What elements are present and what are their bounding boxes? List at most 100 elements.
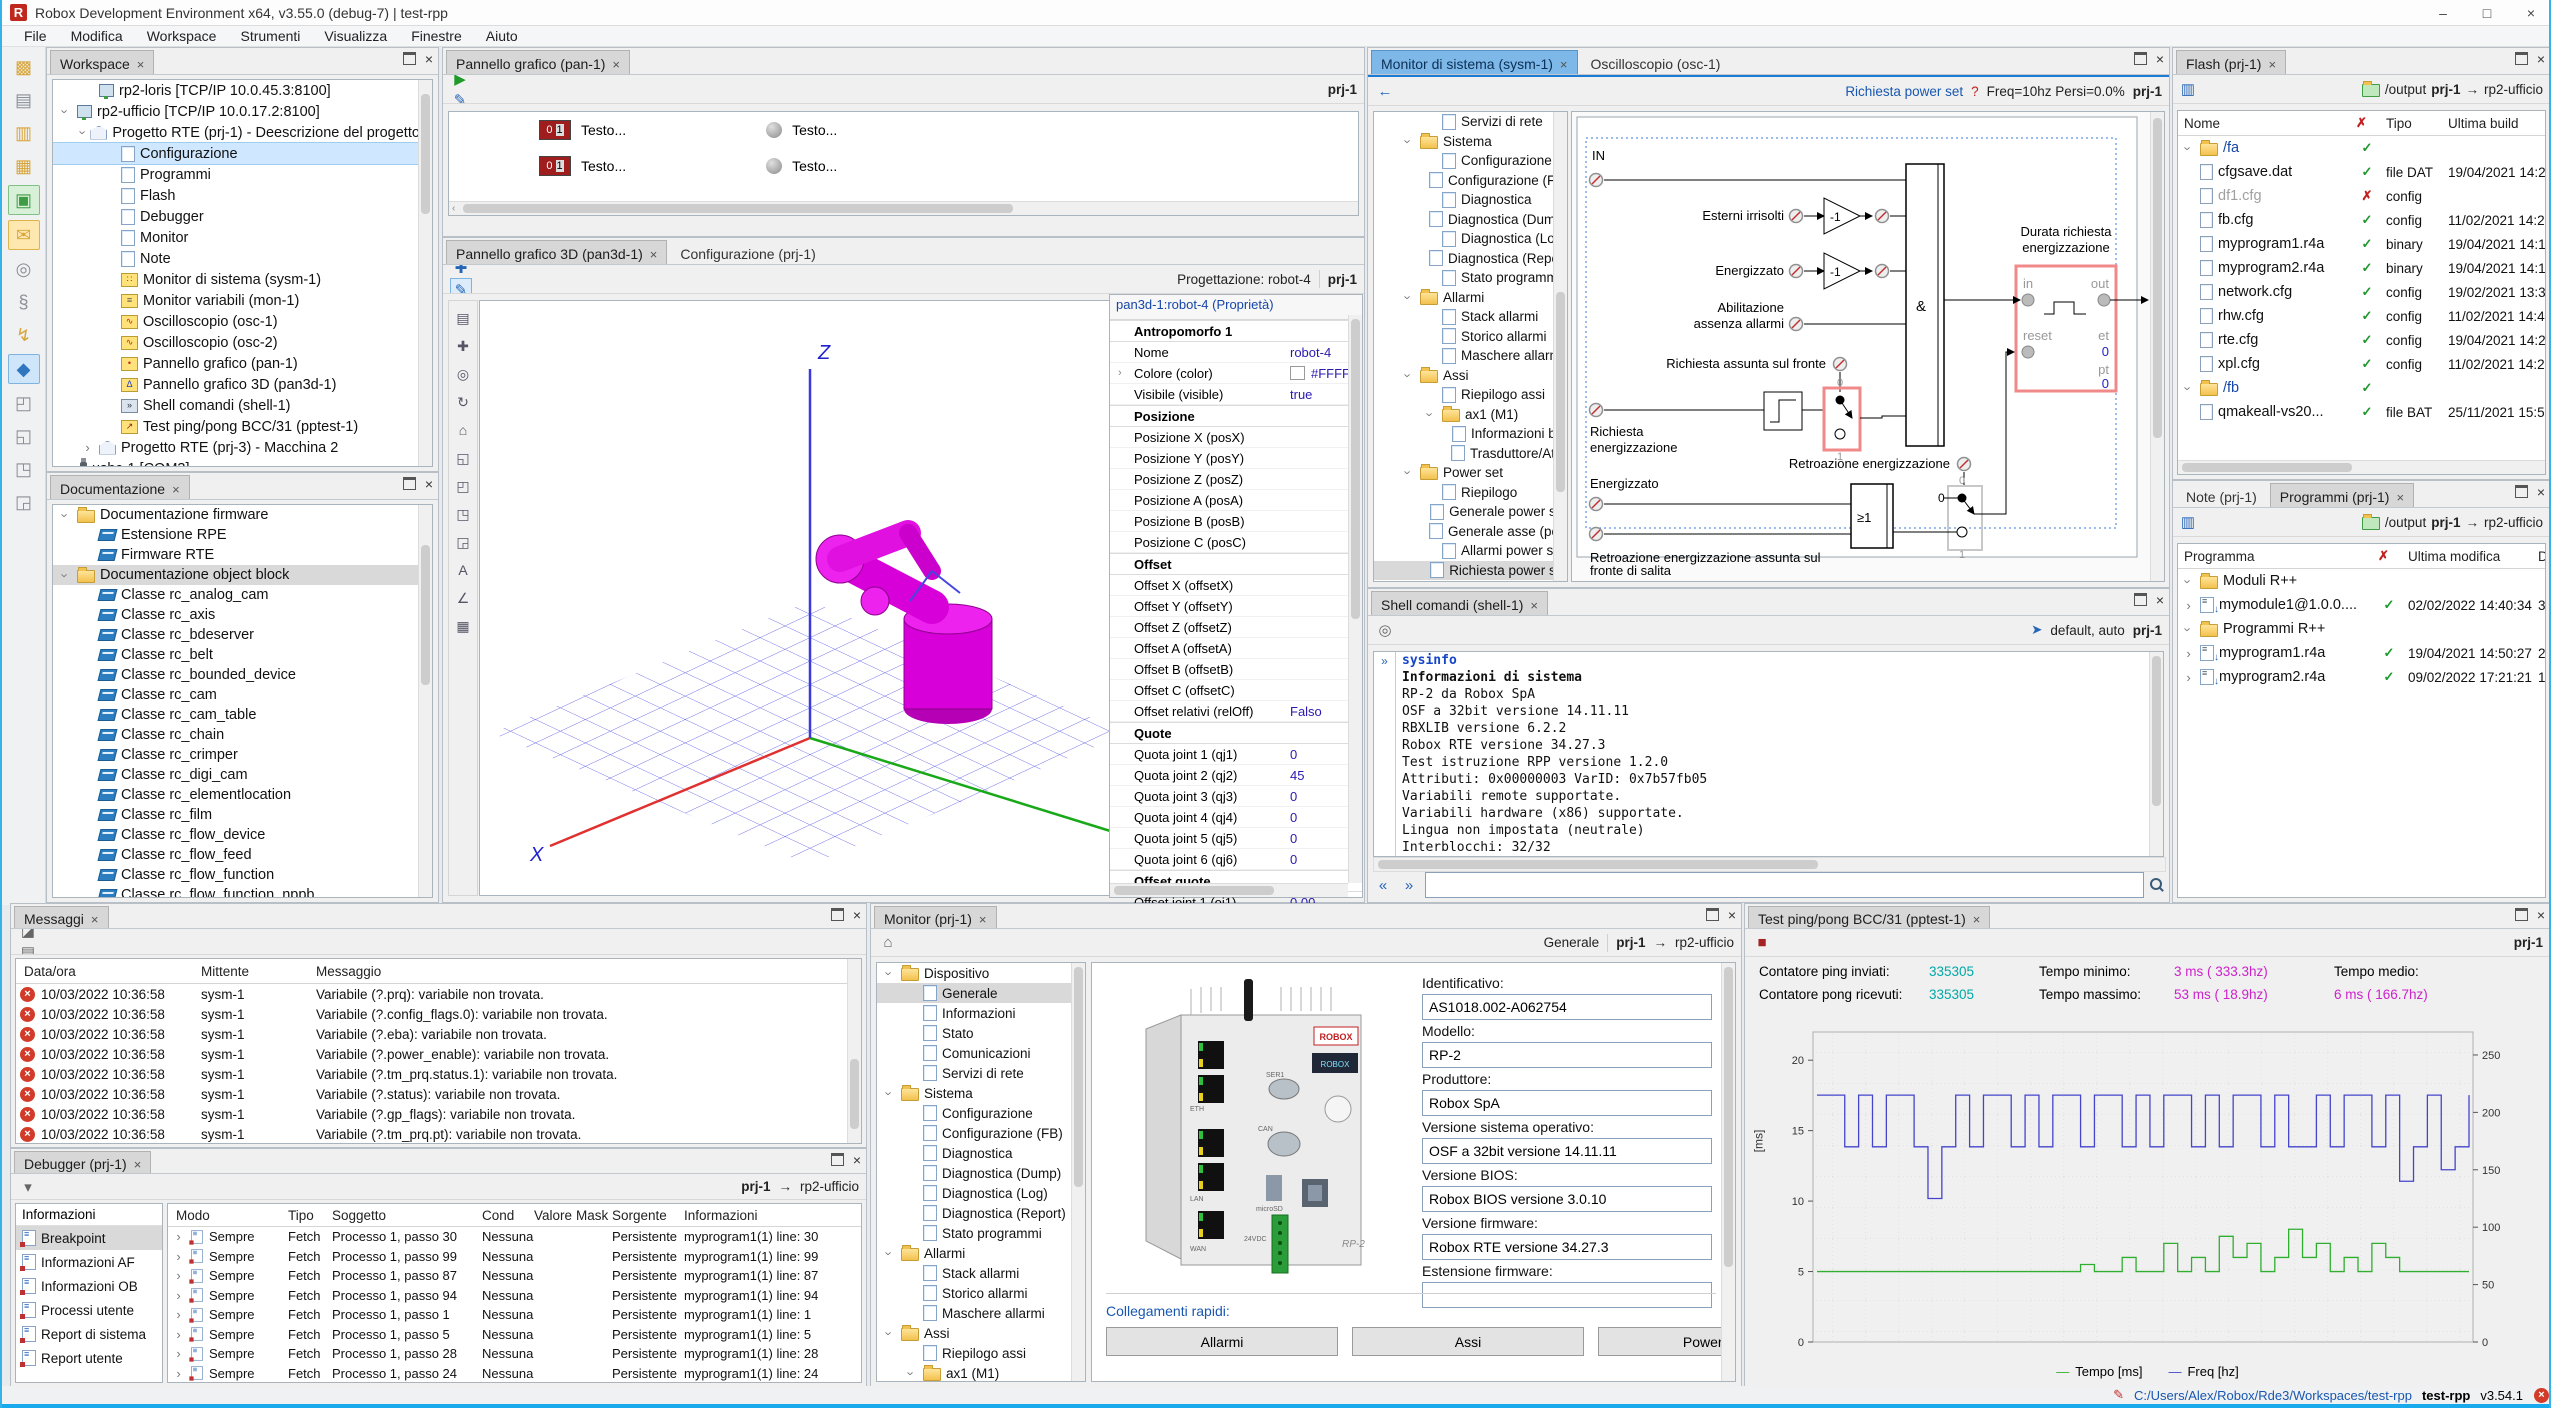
scrollbar[interactable] [2150, 112, 2164, 582]
expander-icon[interactable] [1402, 290, 1415, 305]
property-value[interactable]: 0 [1290, 747, 1297, 762]
flash-file-row[interactable]: myprogram2.r4a binary 19/04/2021 14:10:3… [2178, 256, 2545, 280]
message-row[interactable]: 10/03/2022 10:36:58 sysm-1 Variabile (?.… [16, 1064, 861, 1084]
left-toolbar-icon[interactable]: ◆ [8, 354, 40, 384]
3d-tool-icon[interactable]: ◎ [452, 363, 474, 385]
scrollbar[interactable] [2149, 652, 2163, 857]
sysmon-tree-item[interactable]: Configurazione [1374, 151, 1567, 171]
doc-tree-item[interactable]: Documentazione object block [53, 565, 432, 585]
doc-tree-item[interactable]: Classe rc_flow_function_nppb [53, 885, 432, 898]
lamp-widget[interactable] [766, 158, 782, 174]
property-value[interactable]: true [1290, 387, 1312, 402]
program-row[interactable]: Programmi R++ [2178, 617, 2545, 641]
property-row[interactable]: Antropomorfo 1 [1110, 320, 1362, 342]
sysmon-tree-item[interactable]: Diagnostica (Log) [1374, 229, 1567, 249]
float-panel-icon[interactable] [2134, 52, 2147, 65]
current-page-link[interactable]: Richiesta power set [1845, 84, 1963, 99]
expander-icon[interactable] [2182, 670, 2195, 685]
message-row[interactable]: 10/03/2022 10:36:58 sysm-1 Variabile (?.… [16, 1104, 861, 1124]
message-row[interactable]: 10/03/2022 10:36:58 sysm-1 Variabile (?.… [16, 1124, 861, 1144]
property-row[interactable]: Quota joint 5 (qj5) 0 [1110, 828, 1362, 849]
toolbar-icon[interactable]: ✎ [450, 89, 470, 104]
doc-tree-item[interactable]: Classe rc_chain [53, 725, 432, 745]
left-toolbar-icon[interactable]: ▩ [9, 53, 39, 81]
workspace-tree-item[interactable]: Note [53, 248, 432, 269]
expander-icon[interactable] [883, 1086, 896, 1101]
monitor-tree-item[interactable]: ax1 (M1) [877, 1363, 1085, 1382]
history-prev-icon[interactable]: « [1373, 875, 1393, 896]
expander-icon[interactable] [1402, 465, 1415, 480]
property-row[interactable]: Offset Z (offsetZ) [1110, 617, 1362, 638]
monitor-tree-item[interactable]: Configurazione (FB) [877, 1123, 1085, 1143]
left-toolbar-icon[interactable]: § [9, 288, 39, 316]
expander-icon[interactable] [59, 508, 72, 523]
menu-item[interactable]: Strumenti [228, 26, 312, 46]
field-value[interactable]: RP-2 [1422, 1042, 1712, 1068]
doc-tree-item[interactable]: Estensione RPE [53, 525, 432, 545]
left-toolbar-icon[interactable]: ✉ [8, 220, 40, 250]
left-toolbar-icon[interactable]: ◰ [9, 389, 39, 417]
message-row[interactable]: 10/03/2022 10:36:58 sysm-1 Variabile (?.… [16, 1024, 861, 1044]
monitor-tree-item[interactable]: Riepilogo assi [877, 1343, 1085, 1363]
3d-tool-icon[interactable]: ◳ [452, 503, 474, 525]
doc-tree-item[interactable]: Classe rc_belt [53, 645, 432, 665]
sysmon-tree-item[interactable]: Allarmi power set [1374, 541, 1567, 561]
property-value[interactable]: 0 [1290, 810, 1297, 825]
property-row[interactable]: Visibile (visible) true [1110, 384, 1362, 405]
column-header[interactable]: Ultima build [2448, 116, 2546, 131]
doc-tree-item[interactable]: Classe rc_cam [53, 685, 432, 705]
shell-command-input[interactable] [1425, 872, 2144, 898]
float-panel-icon[interactable] [1706, 908, 1719, 921]
flash-file-row[interactable]: fb.cfg config 11/02/2021 14:29:16 [2178, 208, 2545, 232]
toolbar-icon[interactable]: ✚ [450, 265, 472, 278]
3d-tool-icon[interactable]: ◲ [452, 531, 474, 553]
monitor-tree-item[interactable]: Diagnostica (Log) [877, 1183, 1085, 1203]
led-widget[interactable]: 01 [539, 120, 571, 140]
debugger-info-item[interactable]: Informazioni OB [16, 1274, 162, 1298]
sysmon-tree-item[interactable]: Stato programmi [1374, 268, 1567, 288]
workspace-tree-item[interactable]: Flash [53, 185, 432, 206]
toolbar-icon[interactable]: ▾ [18, 1176, 38, 1197]
monitor-tree-item[interactable]: Diagnostica (Report) [877, 1203, 1085, 1223]
monitor-tree-item[interactable]: Allarmi [877, 1243, 1085, 1263]
tab-close-icon[interactable]: × [91, 912, 99, 927]
sysmon-tree-item[interactable]: Diagnostica (Dump) [1374, 210, 1567, 230]
expander-icon[interactable] [59, 568, 72, 583]
toolbar-icon[interactable]: ← [878, 953, 898, 957]
message-row[interactable]: 10/03/2022 10:36:58 sysm-1 Variabile (?.… [16, 984, 861, 1004]
property-value[interactable]: 45 [1290, 768, 1304, 783]
float-panel-icon[interactable] [831, 1153, 844, 1166]
property-value[interactable]: 0 [1290, 831, 1297, 846]
monitor-tree-item[interactable]: Diagnostica [877, 1143, 1085, 1163]
doc-tree-item[interactable]: Classe rc_flow_function [53, 865, 432, 885]
column-header[interactable]: Mask [576, 1208, 612, 1223]
float-panel-icon[interactable] [2134, 593, 2147, 606]
property-row[interactable]: Nome robot-4 [1110, 342, 1362, 363]
tab-programmi[interactable]: Programmi (prj-1)× [2270, 483, 2414, 507]
column-header[interactable]: Tipo [2386, 116, 2448, 131]
flash-file-row[interactable]: cfgsave.dat file DAT 19/04/2021 14:23:33 [2178, 160, 2545, 184]
sysmon-tree-item[interactable]: Diagnostica [1374, 190, 1567, 210]
tab-close-icon[interactable]: × [612, 57, 620, 72]
debugger-info-item[interactable]: Report di sistema [16, 1322, 162, 1346]
scrollbar[interactable] [1348, 315, 1362, 883]
float-panel-icon[interactable] [2515, 908, 2528, 921]
menu-item[interactable]: Modifica [59, 26, 135, 46]
quick-link-button[interactable]: Assi [1352, 1327, 1584, 1356]
doc-tree-item[interactable]: Classe rc_digi_cam [53, 765, 432, 785]
close-panel-icon[interactable]: × [2537, 54, 2545, 64]
breakpoint-row[interactable]: Sempre Fetch Processo 1, passo 24 Nessun… [168, 1364, 861, 1384]
sysmon-tree-item[interactable]: Informazioni b... [1374, 424, 1567, 444]
menu-item[interactable]: Aiuto [474, 26, 530, 46]
minimize-button[interactable]: – [2421, 0, 2465, 25]
doc-tree-item[interactable]: Firmware RTE [53, 545, 432, 565]
3d-tool-icon[interactable]: ∠ [452, 587, 474, 609]
tab-pannello-grafico-3d[interactable]: Pannello grafico 3D (pan3d-1)× [446, 240, 667, 264]
workspace-tree-item[interactable]: usbc-1 [COM3] [53, 458, 432, 467]
close-panel-icon[interactable]: × [2537, 487, 2545, 497]
toolbar-icon[interactable]: ▥ [2180, 79, 2196, 100]
doc-tree-item[interactable]: Classe rc_bounded_device [53, 665, 432, 685]
lamp-widget[interactable] [766, 122, 782, 138]
tab-oscilloscopio[interactable]: Oscilloscopio (osc-1) [1581, 50, 1731, 74]
left-toolbar-icon[interactable]: ◎ [9, 255, 39, 283]
